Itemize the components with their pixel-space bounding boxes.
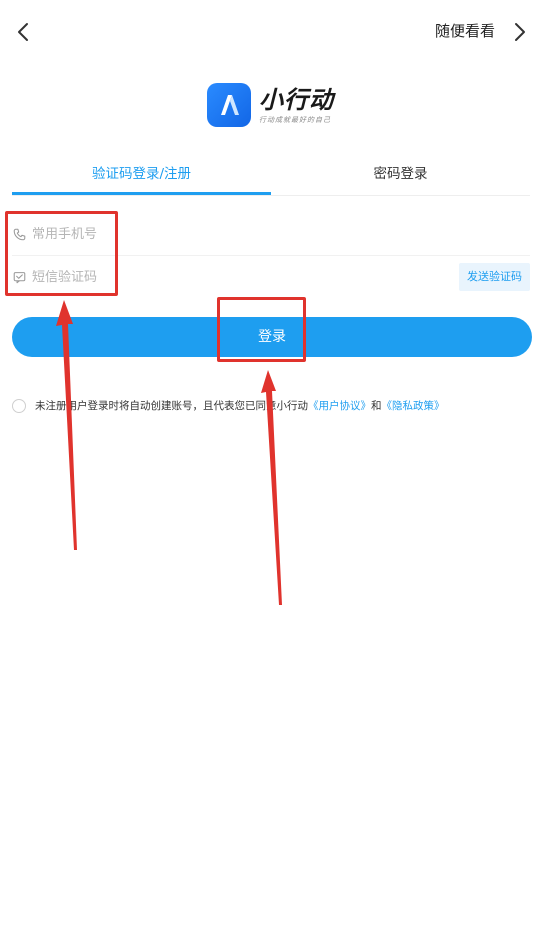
agreement-row: 未注册用户登录时将自动创建账号，且代表您已同意小行动 《用户协议》 和 《隐私政… bbox=[12, 398, 445, 413]
privacy-policy-link[interactable]: 《隐私政策》 bbox=[382, 398, 445, 413]
highlight-box-login bbox=[217, 297, 306, 362]
login-tabs: 验证码登录/注册 密码登录 bbox=[12, 155, 530, 196]
chevron-right-icon bbox=[515, 23, 525, 41]
highlight-box-fields bbox=[5, 211, 118, 296]
agreement-and: 和 bbox=[371, 400, 382, 412]
tab-password-login[interactable]: 密码登录 bbox=[271, 155, 530, 193]
active-tab-indicator bbox=[12, 192, 271, 195]
logo-a-icon bbox=[207, 83, 251, 127]
agreement-text: 未注册用户登录时将自动创建账号，且代表您已同意小行动 bbox=[35, 400, 308, 412]
top-bar: 随便看看 bbox=[0, 0, 545, 64]
app-logo: 小行动 行动成就最好的自己 bbox=[207, 80, 334, 130]
annotation-arrows bbox=[56, 300, 282, 605]
forward-button[interactable] bbox=[505, 14, 535, 50]
back-button[interactable] bbox=[8, 14, 38, 50]
send-code-button[interactable]: 发送验证码 bbox=[459, 263, 530, 291]
logo-name: 小行动 bbox=[259, 85, 334, 114]
chevron-left-icon bbox=[18, 23, 28, 41]
user-agreement-link[interactable]: 《用户协议》 bbox=[308, 398, 371, 413]
agreement-radio[interactable] bbox=[12, 398, 26, 413]
logo-slogan: 行动成就最好的自己 bbox=[259, 115, 331, 124]
browse-link[interactable]: 随便看看 bbox=[435, 20, 495, 41]
tab-sms-login[interactable]: 验证码登录/注册 bbox=[12, 155, 271, 193]
logo-text: 小行动 行动成就最好的自己 bbox=[259, 86, 334, 125]
